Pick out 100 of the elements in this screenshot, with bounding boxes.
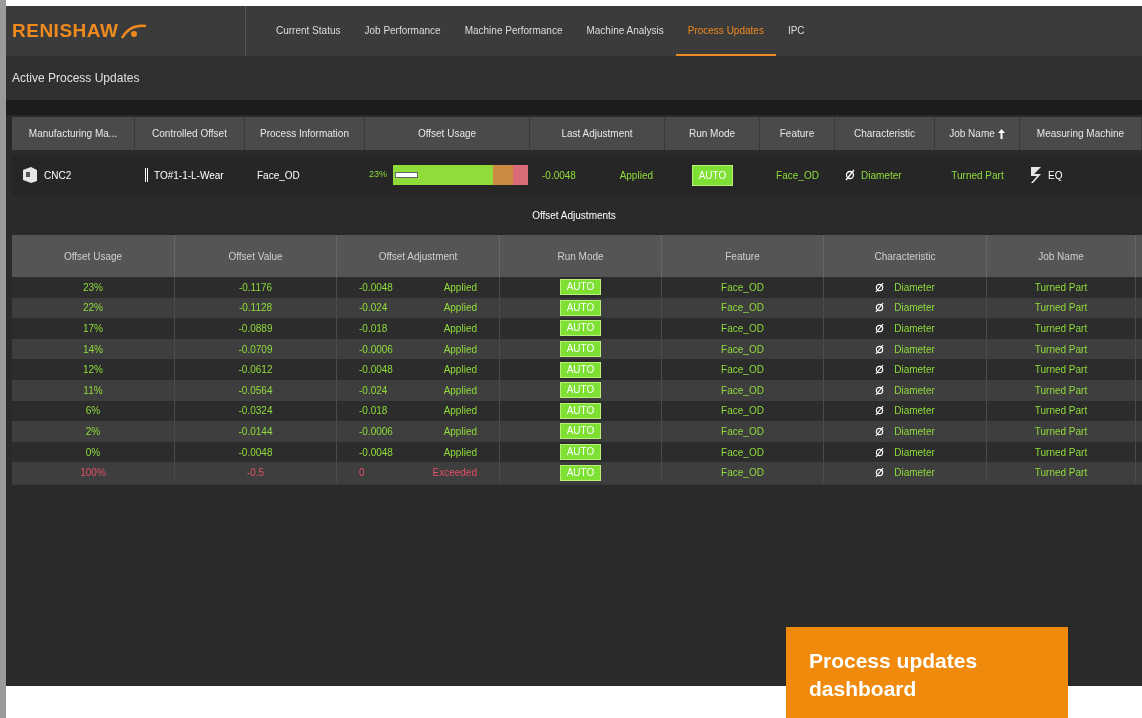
table-cell-text: 6% bbox=[85, 404, 101, 419]
column-header[interactable]: Offset Usage bbox=[365, 117, 530, 150]
table-cell-text: Face_OD bbox=[721, 404, 764, 419]
table-cell-text: -0.1128 bbox=[238, 301, 273, 316]
run-mode-badge: AUTO bbox=[559, 320, 602, 337]
table-cell-text: 2% bbox=[85, 424, 101, 439]
diameter-icon bbox=[875, 405, 885, 417]
table-cell-text: -0.0048 bbox=[359, 445, 393, 460]
diameter-icon bbox=[845, 169, 855, 181]
table-cell-text: Diameter bbox=[894, 445, 935, 460]
table-cell-text: Turned Part bbox=[1034, 404, 1088, 419]
table-cell-text: 0 bbox=[359, 466, 365, 481]
nav-tab[interactable]: Current Status bbox=[264, 6, 353, 56]
table-cell-text: Diameter bbox=[894, 466, 935, 481]
nav-tab[interactable]: Machine Performance bbox=[452, 6, 575, 56]
table-cell-text: -0.024 bbox=[359, 301, 388, 316]
status-text: Applied bbox=[443, 424, 477, 439]
table-cell-text: Face_OD bbox=[721, 280, 764, 295]
table-cell-text: -0.0324 bbox=[238, 404, 273, 419]
column-header[interactable]: Last Adjustment bbox=[530, 117, 665, 150]
run-mode-badge: AUTO bbox=[559, 341, 602, 358]
diameter-icon bbox=[875, 446, 885, 458]
logo-text: RENISHAW bbox=[12, 18, 119, 43]
logo-icon bbox=[120, 22, 149, 40]
diameter-icon bbox=[875, 467, 885, 479]
table-cell-text: Face_OD bbox=[721, 383, 764, 398]
run-mode-badge: AUTO bbox=[691, 164, 734, 186]
table-cell-text: Turned Part bbox=[1034, 322, 1088, 336]
table-cell-text: Face_OD bbox=[721, 445, 764, 460]
table-cell-text: Diameter bbox=[894, 342, 935, 357]
table-cell-text: -0.024 bbox=[359, 383, 388, 398]
table-cell-text: Diameter bbox=[894, 322, 935, 336]
table-cell-text: Turned Part bbox=[1034, 445, 1088, 460]
table-cell-text: -0.018 bbox=[359, 322, 388, 336]
table-cell-text: CNC2 bbox=[44, 168, 72, 183]
status-text: Applied bbox=[443, 445, 477, 460]
table-cell-text: 11% bbox=[83, 383, 103, 398]
diameter-icon bbox=[875, 323, 885, 334]
table-cell-text: 14% bbox=[83, 342, 103, 357]
table-cell-text: Diameter bbox=[894, 363, 935, 378]
table-cell-text: Diameter bbox=[894, 404, 935, 419]
status-text: Applied bbox=[443, 280, 477, 295]
limit-zone bbox=[513, 165, 528, 185]
run-mode-badge: AUTO bbox=[559, 402, 602, 419]
diameter-icon bbox=[875, 425, 885, 437]
status-text: Applied bbox=[443, 383, 477, 398]
column-header[interactable]: Controlled Offset bbox=[135, 117, 245, 150]
nav-tab[interactable]: IPC bbox=[775, 6, 817, 56]
table-cell-text: Face_OD bbox=[721, 301, 764, 316]
table-cell-text: -0.5 bbox=[246, 466, 265, 481]
diameter-icon bbox=[875, 364, 885, 376]
section-title: Offset Adjustments bbox=[532, 208, 616, 223]
column-header[interactable]: Characteristic bbox=[835, 117, 935, 150]
status-text: Applied bbox=[443, 363, 477, 378]
offset-marker-icon bbox=[145, 168, 148, 182]
table-cell-text: Diameter bbox=[861, 168, 902, 183]
table-cell-text: 23% bbox=[83, 280, 103, 295]
diameter-icon bbox=[875, 281, 885, 293]
table-cell-text: -0.0006 bbox=[359, 424, 393, 439]
column-header[interactable]: Job Name bbox=[935, 117, 1020, 150]
diameter-icon bbox=[875, 302, 885, 314]
column-header[interactable]: Measuring Machine bbox=[1020, 117, 1142, 150]
table-cell-text: Diameter bbox=[894, 424, 935, 439]
column-header[interactable]: Feature bbox=[760, 117, 835, 150]
table-cell-text: Face_OD bbox=[721, 363, 764, 378]
table-cell-text: Diameter bbox=[894, 280, 935, 295]
table-cell-text: -0.0889 bbox=[238, 322, 273, 336]
table-cell-text: 22% bbox=[83, 301, 103, 316]
column-header[interactable]: Manufacturing Ma... bbox=[12, 117, 135, 150]
warning-zone bbox=[493, 165, 513, 185]
run-mode-badge: AUTO bbox=[559, 299, 602, 316]
table-cell: 23% bbox=[369, 168, 387, 182]
nav-tab[interactable]: Machine Analysis bbox=[574, 6, 676, 56]
status-text: Applied bbox=[619, 168, 653, 183]
table-cell-text: Turned Part bbox=[1034, 363, 1088, 378]
table-cell-text: 12% bbox=[83, 363, 103, 378]
table-cell-text: Diameter bbox=[894, 383, 935, 398]
sort-arrow-icon bbox=[997, 128, 1005, 139]
column-header[interactable]: Process Information bbox=[245, 117, 365, 150]
machine-icon bbox=[22, 166, 38, 184]
status-text: Applied bbox=[443, 404, 477, 419]
status-text: Applied bbox=[443, 322, 477, 336]
table-cell-text: Turned Part bbox=[1034, 424, 1088, 439]
table-cell-text: -0.0564 bbox=[238, 383, 273, 398]
table-cell-text: Face_OD bbox=[257, 168, 300, 183]
table-cell-text: -0.0048 bbox=[238, 445, 273, 460]
table-cell-text: Face_OD bbox=[721, 424, 764, 439]
table-cell-text: Turned Part bbox=[1034, 383, 1088, 398]
page-title: Active Process Updates bbox=[12, 70, 140, 87]
probe-icon bbox=[1030, 165, 1042, 185]
table-cell-text: Face_OD bbox=[721, 342, 764, 357]
table-cell-text: Face_OD bbox=[776, 168, 819, 183]
nav-tab[interactable]: Job Performance bbox=[352, 6, 453, 56]
column-header[interactable]: Run Mode bbox=[665, 117, 760, 150]
table-cell-text: -0.0612 bbox=[238, 363, 273, 378]
run-mode-badge: AUTO bbox=[559, 279, 602, 296]
run-mode-badge: AUTO bbox=[559, 464, 602, 481]
table-cell-text: Turned Part bbox=[1034, 280, 1088, 295]
table-cell-text: -0.0048 bbox=[542, 168, 576, 183]
run-mode-badge: AUTO bbox=[559, 444, 602, 461]
